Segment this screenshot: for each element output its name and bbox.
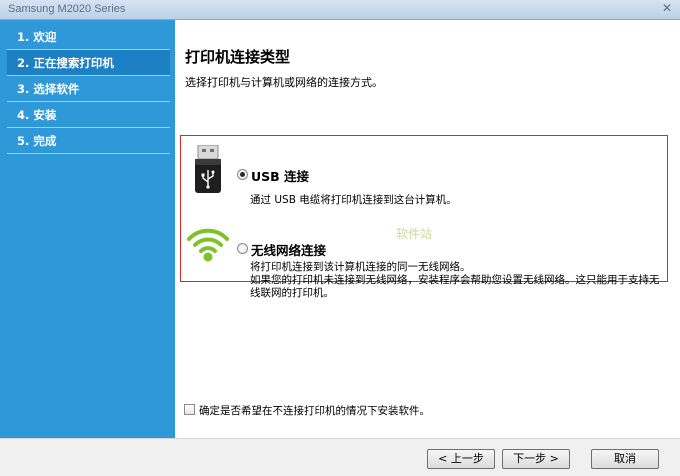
step-searching-printer: 2. 正在搜索打印机 <box>7 50 170 76</box>
skip-printer-connection-label[interactable]: 确定是否希望在不连接打印机的情况下安装软件。 <box>199 403 430 418</box>
usb-connection-radio[interactable] <box>237 169 248 180</box>
wireless-connection-label[interactable]: 无线网络连接 <box>251 240 326 259</box>
close-icon[interactable]: ✕ <box>658 2 676 17</box>
connection-options-box: USB 连接 通过 USB 电缆将打印机连接到这台计算机。 软件站 无线网络连接… <box>180 135 668 299</box>
wifi-icon <box>187 228 229 262</box>
window-title-bar: Samsung M2020 Series ✕ <box>0 0 680 20</box>
step-finish: 5. 完成 <box>7 128 170 154</box>
step-select-software: 3. 选择软件 <box>7 76 170 102</box>
main-panel: 打印机连接类型 选择打印机与计算机或网络的连接方式。 USB 连接 通过 USB… <box>175 20 680 438</box>
wireless-description-line-1: 将打印机连接到该计算机连接的同一无线网络。 <box>250 261 471 273</box>
step-welcome: 1. 欢迎 <box>7 24 170 50</box>
watermark-text: 软件站 <box>396 227 433 241</box>
page-title: 打印机连接类型 <box>185 48 291 66</box>
wireless-description-line-3: 线联网的打印机。 <box>250 287 334 299</box>
steps-sidebar: 1. 欢迎 2. 正在搜索打印机 3. 选择软件 4. 安装 5. 完成 <box>0 20 175 438</box>
wizard-button-bar: < 上一步 下一步 > 取消 <box>0 438 680 476</box>
page-subtitle: 选择打印机与计算机或网络的连接方式。 <box>185 76 383 89</box>
step-install: 4. 安装 <box>7 102 170 128</box>
wireless-description-line-2: 如果您的打印机未连接到无线网络，安装程序会帮助您设置无线网络。这只能用于支持无 <box>250 274 660 286</box>
wireless-connection-radio[interactable] <box>237 243 248 254</box>
cancel-button[interactable]: 取消 <box>591 449 659 469</box>
usb-connection-label[interactable]: USB 连接 <box>251 166 309 185</box>
skip-printer-connection-checkbox[interactable] <box>184 404 195 415</box>
window-title: Samsung M2020 Series <box>8 3 126 15</box>
next-button[interactable]: 下一步 > <box>502 449 570 469</box>
back-button[interactable]: < 上一步 <box>427 449 495 469</box>
usb-connection-description: 通过 USB 电缆将打印机连接到这台计算机。 <box>250 194 457 206</box>
usb-icon <box>195 145 221 193</box>
